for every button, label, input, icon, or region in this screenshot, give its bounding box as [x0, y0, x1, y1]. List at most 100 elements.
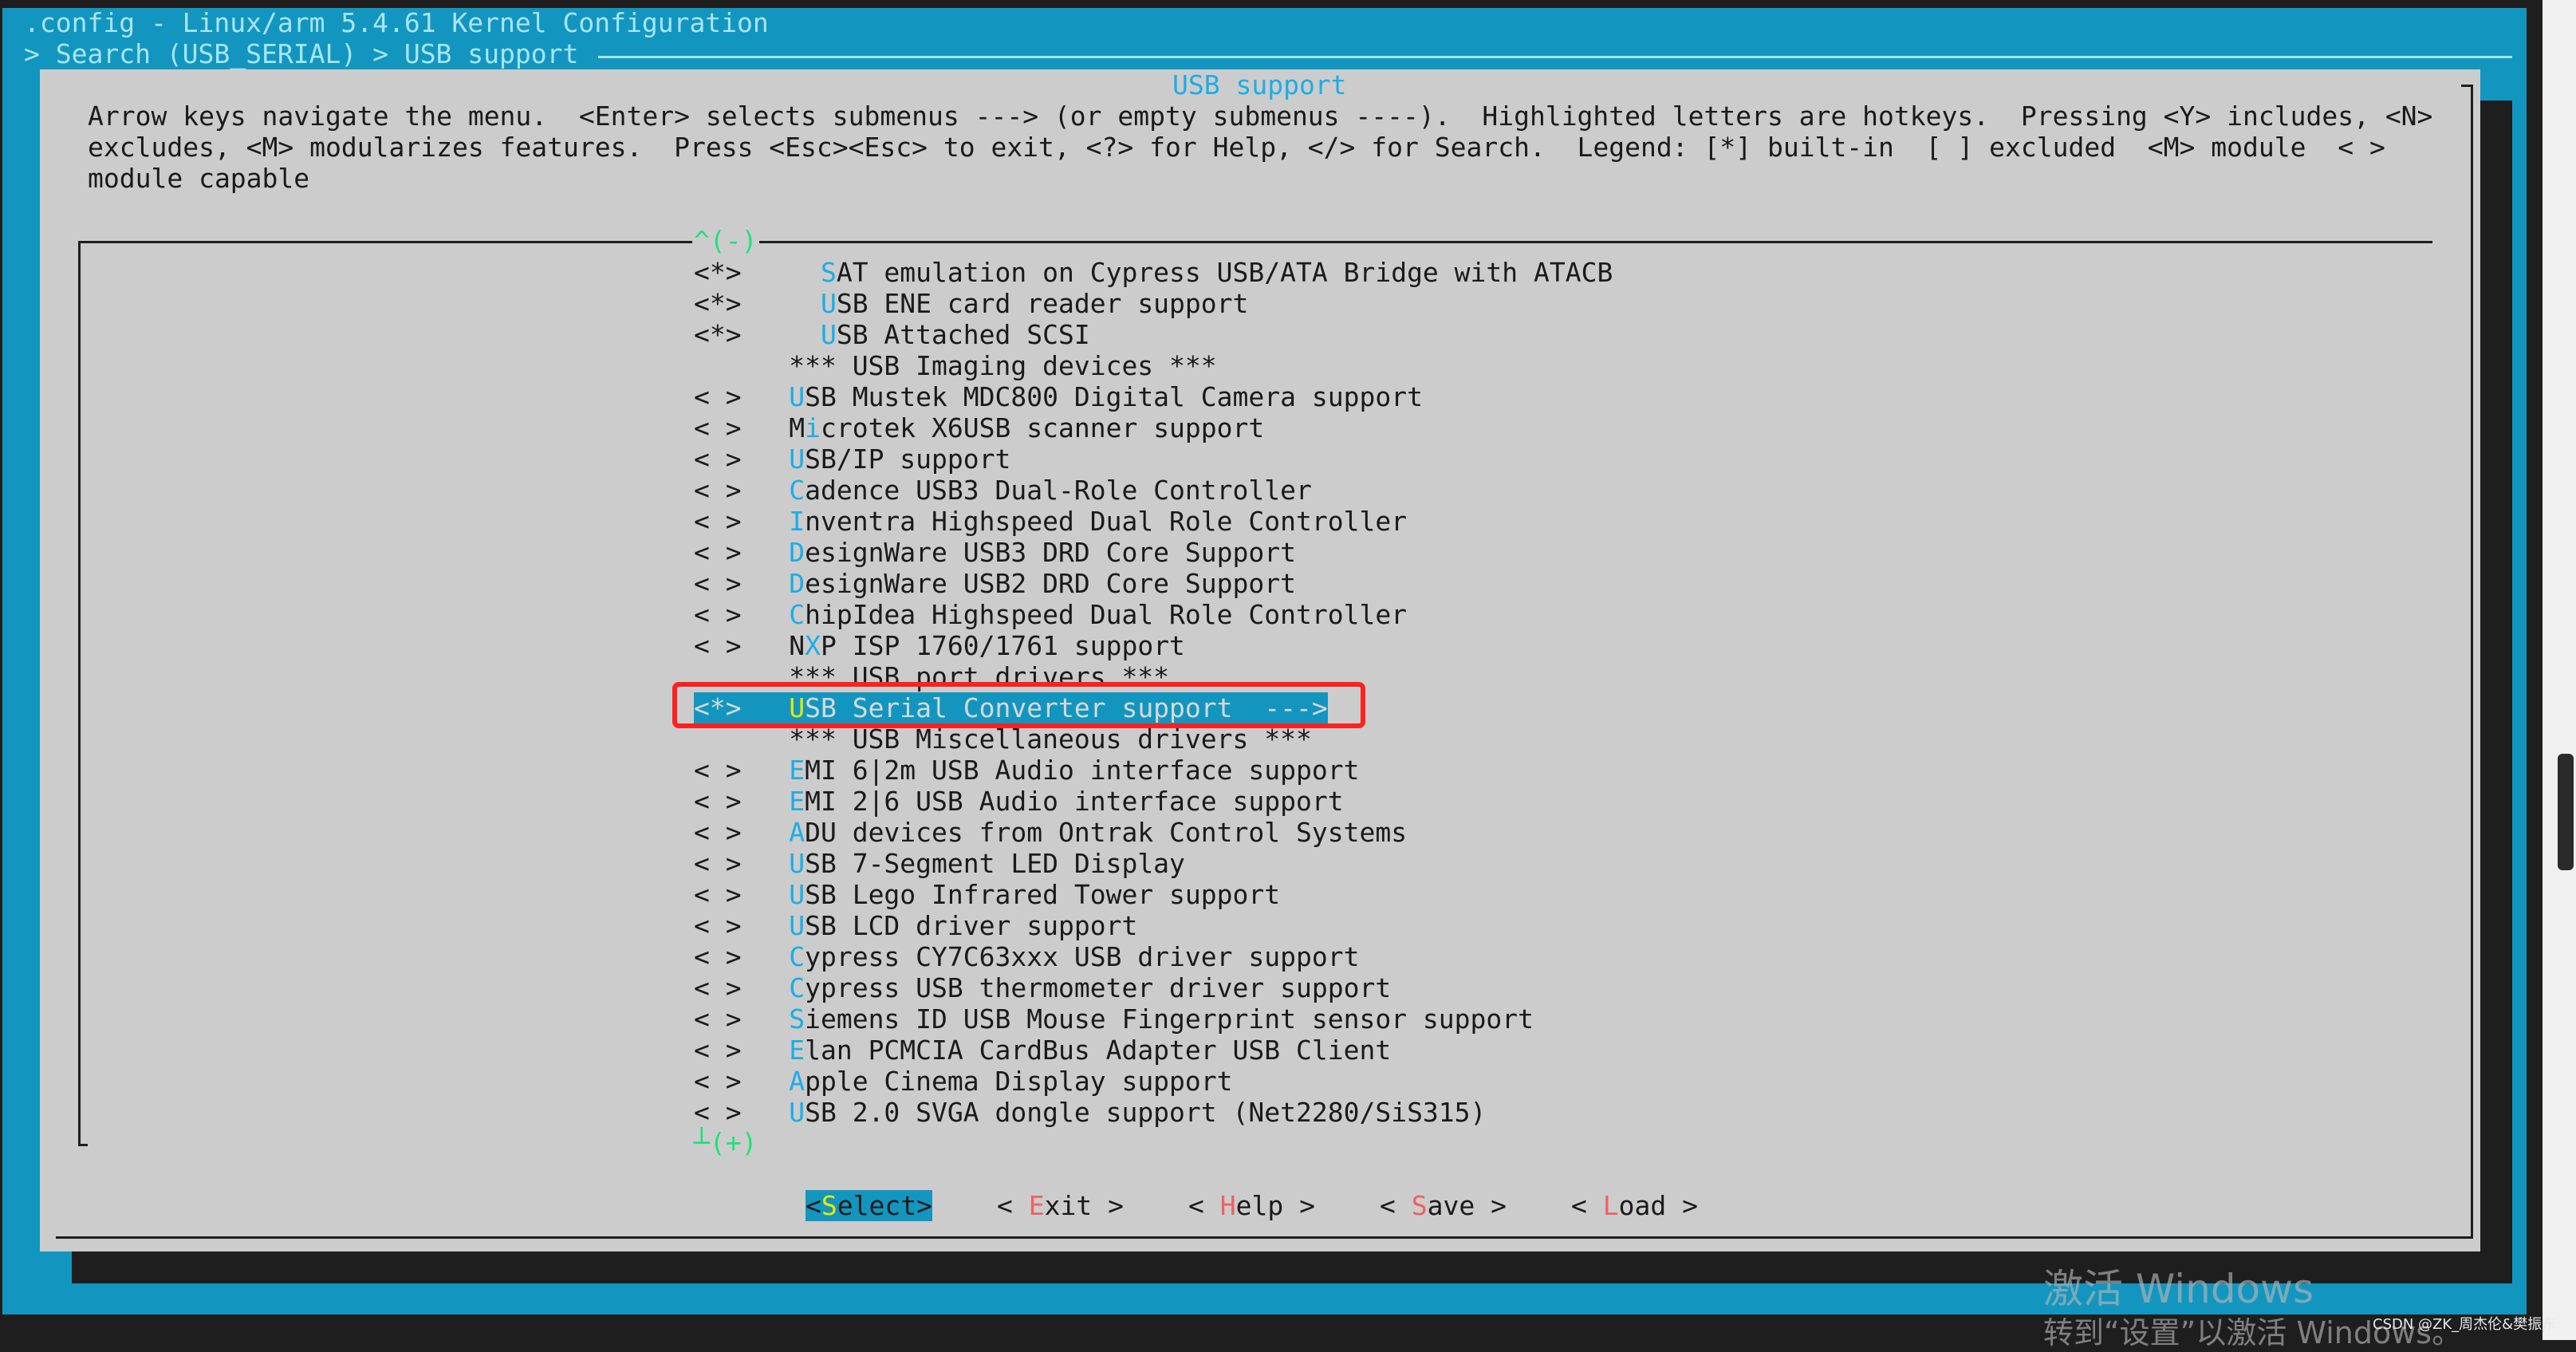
scroll-up-indicator[interactable]: ^(-) [694, 225, 757, 256]
menu-item[interactable]: < > Cypress USB thermometer driver suppo… [694, 972, 1391, 1003]
item-state-indicator[interactable]: < > [694, 786, 789, 817]
menu-item[interactable]: < > Inventra Highspeed Dual Role Control… [694, 506, 1407, 537]
item-state-indicator[interactable]: < > [694, 879, 789, 910]
button-load[interactable]: < Load > [1571, 1190, 1698, 1221]
menu-item[interactable]: < > USB/IP support [694, 443, 1010, 475]
item-hotkey: E [789, 785, 805, 817]
menu-box-top-left [78, 241, 692, 243]
item-state-indicator[interactable]: < > [694, 412, 789, 443]
button-bracket-left: < [1188, 1189, 1220, 1221]
menu-item[interactable]: < > Cypress CY7C63xxx USB driver support [694, 941, 1359, 972]
menu-item[interactable]: <*> USB ENE card reader support [694, 288, 1248, 319]
item-label: lan PCMCIA CardBus Adapter USB Client [805, 1034, 1392, 1066]
menu-item[interactable]: <*> SAT emulation on Cypress USB/ATA Bri… [694, 257, 1613, 288]
item-label: hipIdea Highspeed Dual Role Controller [805, 598, 1408, 630]
item-label: P ISP 1760/1761 support [820, 629, 1185, 661]
item-state-indicator[interactable]: < > [694, 506, 789, 537]
item-state-indicator[interactable]: < > [694, 755, 789, 786]
button-bracket-left: < [805, 1189, 821, 1221]
breadcrumb-rule [598, 56, 2512, 58]
menu-item[interactable]: < > Microtek X6USB scanner support [694, 412, 1264, 443]
item-state-indicator[interactable]: <*> [694, 288, 821, 319]
menu-item[interactable]: < > USB 7-Segment LED Display [694, 848, 1185, 879]
side-widget[interactable] [2558, 754, 2574, 870]
item-state-indicator[interactable]: < > [694, 568, 789, 599]
item-comment: *** USB Imaging devices *** [789, 349, 1217, 381]
item-label: SB LCD driver support [805, 909, 1138, 941]
menu-item[interactable]: < > DesignWare USB3 DRD Core Support [694, 537, 1296, 568]
scroll-down-indicator[interactable]: ┴(+) [694, 1127, 757, 1158]
item-state-indicator[interactable]: < > [694, 475, 789, 506]
menu-item[interactable]: < > ADU devices from Ontrak Control Syst… [694, 817, 1407, 848]
item-state-indicator[interactable]: < > [694, 599, 789, 630]
item-state-indicator[interactable]: < > [694, 537, 789, 568]
item-label: esignWare USB2 DRD Core Support [805, 567, 1296, 599]
item-label: ypress CY7C63xxx USB driver support [805, 940, 1360, 972]
item-state-indicator[interactable]: <*> [694, 319, 821, 350]
item-label: SB Lego Infrared Tower support [805, 878, 1281, 910]
item-label: SB Mustek MDC800 Digital Camera support [805, 380, 1423, 412]
menu-item[interactable]: < > USB Mustek MDC800 Digital Camera sup… [694, 381, 1423, 412]
item-hotkey: U [789, 909, 805, 941]
menu-item[interactable]: < > USB Lego Infrared Tower support [694, 879, 1280, 910]
item-state-indicator[interactable]: < > [694, 1035, 789, 1066]
item-label: iemens ID USB Mouse Fingerprint sensor s… [805, 1003, 1534, 1035]
menu-item[interactable]: < > EMI 2|6 USB Audio interface support [694, 786, 1344, 817]
menu-item[interactable]: < > Cadence USB3 Dual-Role Controller [694, 475, 1312, 506]
item-label: pple Cinema Display support [805, 1065, 1233, 1097]
activation-watermark: 激活 Windows [2043, 1266, 2314, 1312]
button-select[interactable]: <Select> [805, 1189, 932, 1221]
menu-item[interactable]: < > Elan PCMCIA CardBus Adapter USB Clie… [694, 1035, 1391, 1066]
menu-item[interactable]: < > NXP ISP 1760/1761 support [694, 630, 1185, 661]
item-state-indicator[interactable]: < > [694, 1003, 789, 1035]
item-label: AT emulation on Cypress USB/ATA Bridge w… [836, 256, 1613, 288]
item-hotkey: E [789, 1034, 805, 1066]
item-state-indicator[interactable]: < > [694, 972, 789, 1003]
button-help[interactable]: < Help > [1188, 1190, 1315, 1221]
button-bracket-right: > [1092, 1189, 1124, 1221]
item-state-indicator[interactable]: < > [694, 941, 789, 972]
item-hotkey: U [820, 318, 837, 350]
item-state-indicator[interactable]: < > [694, 381, 789, 412]
item-state-indicator[interactable]: < > [694, 1097, 789, 1128]
menu-box-bottom-corner [78, 1144, 88, 1146]
menu-item[interactable]: < > Apple Cinema Display support [694, 1066, 1233, 1097]
button-save-label: Save [1411, 1189, 1475, 1221]
button-bracket-right: > [916, 1189, 932, 1221]
item-state-indicator[interactable]: < > [694, 817, 789, 848]
help-text-line: excludes, <M> modularizes features. Pres… [88, 132, 2385, 163]
item-state-indicator[interactable]: < > [694, 630, 789, 661]
menu-item: *** USB Imaging devices *** [694, 349, 1217, 381]
menu-item[interactable]: < > Siemens ID USB Mouse Fingerprint sen… [694, 1003, 1534, 1035]
button-bracket-left: < [1380, 1189, 1412, 1221]
button-bracket-left: < [997, 1189, 1029, 1221]
item-label: DU devices from Ontrak Control Systems [805, 816, 1408, 848]
menu-item[interactable]: < > USB 2.0 SVGA dongle support (Net2280… [694, 1097, 1486, 1128]
item-state-indicator[interactable]: < > [694, 910, 789, 941]
menu-item[interactable]: < > EMI 6|2m USB Audio interface support [694, 755, 1359, 786]
item-hotkey: U [820, 287, 837, 319]
item-hotkey: U [789, 1096, 805, 1128]
item-label: ypress USB thermometer driver support [805, 972, 1392, 1003]
button-exit-label: Exit [1028, 1189, 1093, 1221]
item-label: nventra Highspeed Dual Role Controller [805, 505, 1408, 537]
button-help-label: Help [1219, 1189, 1284, 1221]
item-hotkey: C [789, 474, 805, 506]
item-state-indicator[interactable]: < > [694, 443, 789, 475]
item-hotkey: U [789, 443, 805, 475]
item-state-indicator[interactable]: <*> [694, 257, 821, 288]
button-exit[interactable]: < Exit > [997, 1190, 1124, 1221]
button-save[interactable]: < Save > [1380, 1190, 1507, 1221]
menu-item[interactable]: <*> USB Attached SCSI [694, 319, 1090, 350]
item-state-indicator[interactable]: < > [694, 1066, 789, 1097]
menu-item[interactable]: < > USB LCD driver support [694, 910, 1137, 941]
menu-item[interactable]: < > DesignWare USB2 DRD Core Support [694, 568, 1296, 599]
item-hotkey: E [789, 754, 805, 786]
item-label: MI 6|2m USB Audio interface support [805, 754, 1360, 786]
item-state-indicator[interactable]: < > [694, 848, 789, 879]
button-bracket-right: > [1283, 1189, 1315, 1221]
item-label: SB 2.0 SVGA dongle support (Net2280/SiS3… [805, 1096, 1487, 1128]
menu-item[interactable]: < > ChipIdea Highspeed Dual Role Control… [694, 599, 1407, 630]
item-hotkey: D [789, 567, 805, 599]
item-hotkey: U [789, 878, 805, 910]
